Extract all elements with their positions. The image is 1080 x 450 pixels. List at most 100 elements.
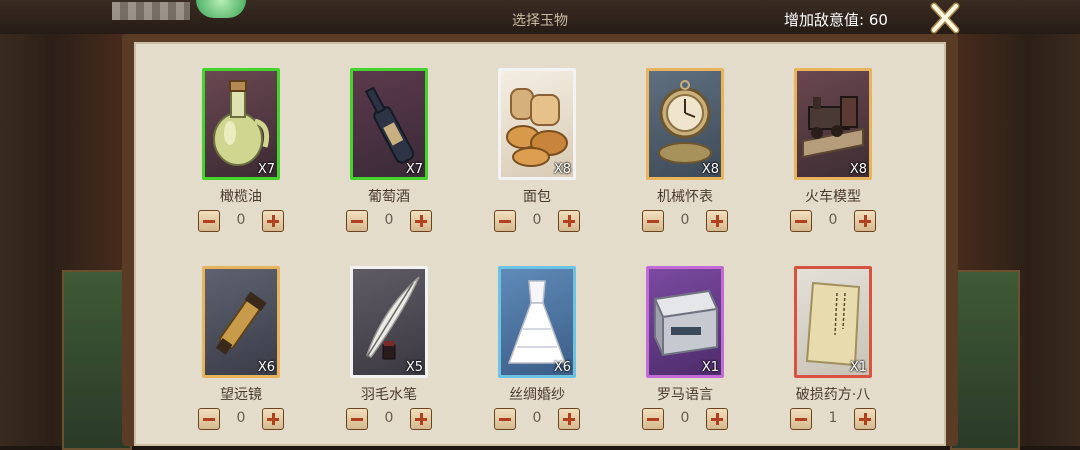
hostility-label: 增加敌意值: bbox=[784, 11, 865, 29]
item-name: 葡萄酒 bbox=[368, 189, 410, 205]
quantity-stepper: 0 bbox=[346, 210, 436, 234]
increase-button[interactable] bbox=[410, 408, 432, 430]
decrease-button[interactable] bbox=[198, 210, 220, 232]
quantity-value: 0 bbox=[680, 410, 690, 426]
item-card[interactable]: X8 bbox=[646, 68, 724, 180]
item-train-model: X8 火车模型 0 bbox=[776, 42, 896, 232]
hostility-value: 60 bbox=[868, 11, 888, 29]
decrease-button[interactable] bbox=[494, 210, 516, 232]
item-name: 面包 bbox=[523, 189, 551, 205]
close-button[interactable] bbox=[928, 2, 962, 34]
top-bar: 选择玉物 增加敌意值: 60 bbox=[0, 0, 1080, 34]
quantity-stepper: 1 bbox=[790, 408, 880, 432]
item-telescope: X6 望远镜 0 bbox=[184, 240, 304, 430]
item-name: 罗马语言 bbox=[657, 387, 713, 403]
item-count: X6 bbox=[553, 360, 571, 375]
item-name: 机械怀表 bbox=[657, 189, 713, 205]
item-name: 橄榄油 bbox=[220, 189, 262, 205]
increase-button[interactable] bbox=[558, 210, 580, 232]
minus-icon bbox=[203, 220, 215, 223]
quantity-stepper: 0 bbox=[494, 408, 584, 432]
item-roman-language-book: X1 罗马语言 0 bbox=[628, 240, 748, 430]
item-card[interactable]: X7 bbox=[350, 68, 428, 180]
item-card[interactable]: X1 bbox=[646, 266, 724, 378]
quantity-value: 1 bbox=[828, 410, 838, 426]
minus-icon bbox=[647, 418, 659, 421]
decrease-button[interactable] bbox=[346, 408, 368, 430]
item-card[interactable]: X8 bbox=[794, 68, 872, 180]
item-olive-oil: X7 橄榄油 0 bbox=[184, 42, 304, 232]
decrease-button[interactable] bbox=[790, 210, 812, 232]
decrease-button[interactable] bbox=[642, 210, 664, 232]
item-pocket-watch: X8 机械怀表 0 bbox=[628, 42, 748, 232]
quantity-value: 0 bbox=[680, 212, 690, 228]
close-icon bbox=[930, 2, 960, 34]
quantity-value: 0 bbox=[532, 212, 542, 228]
item-broken-recipe: X1 破损药方·八 1 bbox=[776, 240, 896, 430]
increase-button[interactable] bbox=[558, 408, 580, 430]
item-count: X8 bbox=[553, 162, 571, 177]
increase-button[interactable] bbox=[262, 408, 284, 430]
quantity-stepper: 0 bbox=[494, 210, 584, 234]
quantity-value: 0 bbox=[828, 212, 838, 228]
increase-button[interactable] bbox=[410, 210, 432, 232]
minus-icon bbox=[203, 418, 215, 421]
quantity-stepper: 0 bbox=[642, 210, 732, 234]
item-grid: X7 橄榄油 0 X7 葡萄酒 0 X8 面包 0 X8 机械怀表 0 X8 火… bbox=[134, 42, 946, 446]
item-count: X6 bbox=[257, 360, 275, 375]
quantity-stepper: 0 bbox=[198, 210, 288, 234]
item-count: X7 bbox=[405, 162, 423, 177]
decrease-button[interactable] bbox=[494, 408, 516, 430]
background-card-right bbox=[950, 270, 1020, 450]
blurred-player-name bbox=[112, 2, 190, 20]
minus-icon bbox=[351, 418, 363, 421]
quantity-value: 0 bbox=[384, 212, 394, 228]
item-count: X8 bbox=[849, 162, 867, 177]
quantity-value: 0 bbox=[236, 410, 246, 426]
item-name: 火车模型 bbox=[805, 189, 861, 205]
minus-icon bbox=[647, 220, 659, 223]
item-count: X1 bbox=[849, 360, 867, 375]
item-card[interactable]: X1 bbox=[794, 266, 872, 378]
item-name: 破损药方·八 bbox=[795, 387, 871, 403]
quantity-stepper: 0 bbox=[346, 408, 436, 432]
quantity-stepper: 0 bbox=[790, 210, 880, 234]
item-card[interactable]: X6 bbox=[498, 266, 576, 378]
decrease-button[interactable] bbox=[790, 408, 812, 430]
quantity-stepper: 0 bbox=[642, 408, 732, 432]
item-card[interactable]: X5 bbox=[350, 266, 428, 378]
decrease-button[interactable] bbox=[198, 408, 220, 430]
increase-button[interactable] bbox=[854, 210, 876, 232]
increase-button[interactable] bbox=[706, 408, 728, 430]
item-card[interactable]: X8 bbox=[498, 68, 576, 180]
minus-icon bbox=[499, 220, 511, 223]
quantity-stepper: 0 bbox=[198, 408, 288, 432]
decrease-button[interactable] bbox=[642, 408, 664, 430]
item-card[interactable]: X7 bbox=[202, 68, 280, 180]
decrease-button[interactable] bbox=[346, 210, 368, 232]
increase-button[interactable] bbox=[854, 408, 876, 430]
item-card[interactable]: X6 bbox=[202, 266, 280, 378]
item-wedding-dress: X6 丝绸婚纱 0 bbox=[480, 240, 600, 430]
green-orb-icon bbox=[196, 0, 246, 18]
item-count: X5 bbox=[405, 360, 423, 375]
quantity-value: 0 bbox=[532, 410, 542, 426]
quantity-value: 0 bbox=[236, 212, 246, 228]
item-name: 丝绸婚纱 bbox=[509, 387, 565, 403]
minus-icon bbox=[795, 418, 807, 421]
item-count: X7 bbox=[257, 162, 275, 177]
dialog-title: 选择玉物 bbox=[512, 13, 568, 29]
item-name: 羽毛水笔 bbox=[361, 387, 417, 403]
minus-icon bbox=[795, 220, 807, 223]
quantity-value: 0 bbox=[384, 410, 394, 426]
item-count: X8 bbox=[701, 162, 719, 177]
increase-button[interactable] bbox=[706, 210, 728, 232]
minus-icon bbox=[351, 220, 363, 223]
hostility-display: 增加敌意值: 60 bbox=[784, 8, 888, 32]
item-count: X1 bbox=[701, 360, 719, 375]
item-quill-pen: X5 羽毛水笔 0 bbox=[332, 240, 452, 430]
minus-icon bbox=[499, 418, 511, 421]
item-name: 望远镜 bbox=[220, 387, 262, 403]
increase-button[interactable] bbox=[262, 210, 284, 232]
item-bread: X8 面包 0 bbox=[480, 42, 600, 232]
